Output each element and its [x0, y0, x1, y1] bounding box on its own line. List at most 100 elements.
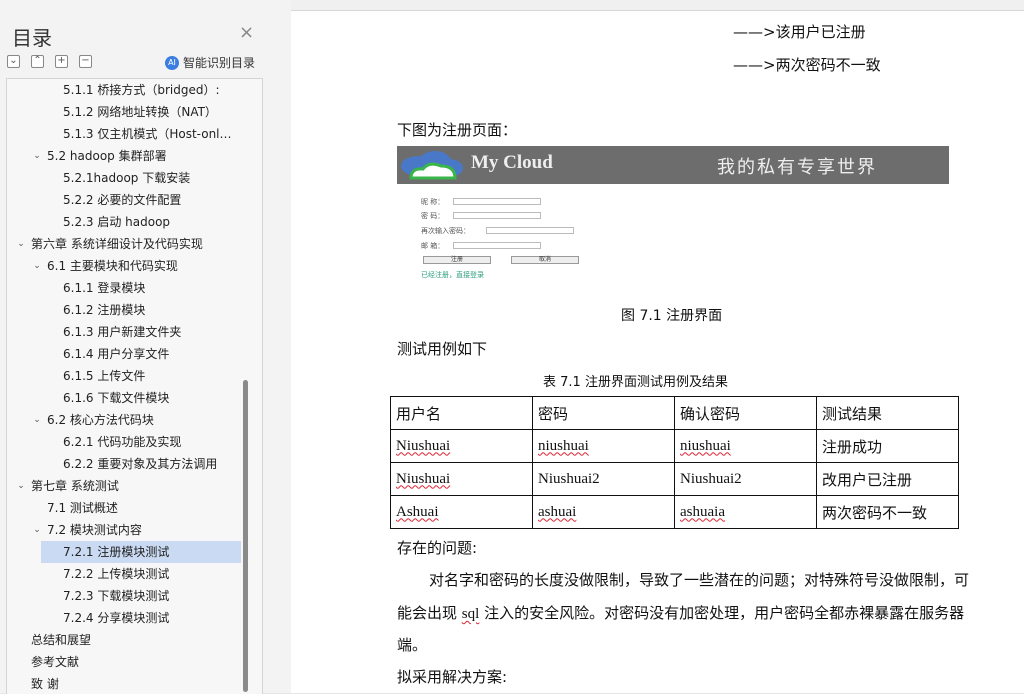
expand-up-icon[interactable]: ⌃ — [31, 55, 44, 68]
register-banner: My Cloud 我的私有专享世界 — [397, 146, 949, 184]
document-page[interactable]: ——>该用户已注册 ——>两次密码不一致 下图为注册页面： My Cloud 我… — [291, 11, 1024, 693]
password-label: 密 码： — [421, 212, 445, 220]
confirm-password-label: 再次输入密码： — [421, 227, 470, 235]
toc-item[interactable]: ⌄ 6.2 核心方法代码块 — [7, 409, 247, 431]
toc-item-label: 7.2.1 注册模块测试 — [63, 545, 170, 559]
toc-item-label: 致 谢 — [31, 677, 59, 691]
test-intro: 测试用例如下 — [397, 340, 488, 358]
header-cell: 密码 — [532, 396, 675, 430]
toc-item[interactable]: 6.1.3 用户新建文件夹 — [7, 321, 247, 343]
toc-item[interactable]: ⌄ 7.2 模块测试内容 — [7, 519, 247, 541]
toc-item-label: 参考文献 — [31, 655, 80, 669]
header-cell: 用户名 — [390, 396, 533, 430]
toc-item[interactable]: 5.1.3 仅主机模式（Host-onl… — [7, 123, 247, 145]
toc-item-label: 7.2.4 分享模块测试 — [63, 611, 170, 625]
toc-list: 5.1.1 桥接方式（bridged）: 5.1.2 网络地址转换（NAT） 5.1… — [6, 78, 263, 694]
toc-item-label: 6.1.1 登录模块 — [63, 281, 146, 295]
chevron-down-icon[interactable]: ⌄ — [15, 475, 27, 497]
chevron-down-icon[interactable]: ⌄ — [31, 409, 43, 431]
toc-item[interactable]: 7.2.4 分享模块测试 — [7, 607, 247, 629]
ruler — [291, 0, 1024, 11]
table-cell: 注册成功 — [816, 429, 959, 463]
figure-caption: 图 7.1 注册界面 — [621, 308, 723, 324]
toc-item-label: 7.2.3 下载模块测试 — [63, 589, 170, 603]
header-cell: 确认密码 — [674, 396, 817, 430]
toc-item[interactable]: 参考文献 — [7, 651, 247, 673]
toc-item[interactable]: 6.2.2 重要对象及其方法调用 — [7, 453, 247, 475]
toc-item[interactable]: 7.1 测试概述 — [7, 497, 247, 519]
toc-scrollbar[interactable] — [243, 380, 248, 692]
toc-item-label: 7.2.2 上传模块测试 — [63, 567, 170, 581]
toc-item[interactable]: 5.2.2 必要的文件配置 — [7, 189, 247, 211]
toc-item[interactable]: 5.2.3 启动 hadoop — [7, 211, 247, 233]
table-row: Niushuai niushuai niushuai 注册成功 — [390, 429, 959, 463]
toc-item-label: 6.2.1 代码功能及实现 — [63, 435, 182, 449]
toc-item[interactable]: 5.2.1hadoop 下载安装 — [7, 167, 247, 189]
toc-item-label: 5.1.3 仅主机模式（Host-onl… — [63, 127, 232, 141]
chevron-down-icon[interactable]: ⌄ — [31, 519, 43, 541]
toc-sidebar: 目录 × ⌄ ⌃ + − AI 智能识别目录 5.1.1 桥接方式（bridge… — [0, 0, 291, 694]
sql-word: sql — [461, 606, 480, 622]
toc-item-label: 6.1.4 用户分享文件 — [63, 347, 170, 361]
toc-item-label: 6.1.3 用户新建文件夹 — [63, 325, 182, 339]
smart-toc-button[interactable]: AI 智能识别目录 — [165, 54, 255, 71]
text-line-registered: ——>该用户已注册 — [733, 23, 866, 41]
table-cell: niushuai — [538, 437, 589, 454]
table-cell: Niushuai — [396, 470, 451, 487]
add-heading-icon[interactable]: + — [55, 55, 68, 68]
password-input — [453, 212, 541, 219]
chevron-down-icon[interactable]: ⌄ — [15, 233, 27, 255]
toc-item-label: 5.2.3 启动 hadoop — [63, 215, 171, 229]
table-cell: Niushuai — [396, 437, 451, 454]
close-icon[interactable]: × — [239, 24, 254, 42]
register-page-image: My Cloud 我的私有专享世界 昵 称： 密 码： 再次输入密码： 邮 箱：… — [397, 146, 949, 296]
toc-item[interactable]: 7.2.1 注册模块测试 — [41, 541, 241, 563]
toc-item-label: 5.2 hadoop 集群部署 — [47, 149, 167, 163]
chevron-down-icon[interactable]: ⌄ — [31, 145, 43, 167]
solution-heading: 拟采用解决方案: — [397, 668, 508, 686]
email-label: 邮 箱： — [421, 242, 445, 250]
table-cell: Ashuai — [396, 503, 439, 520]
problems-paragraph-line-3: 端。 — [397, 636, 428, 654]
toc-item-label: 5.1.2 网络地址转换（NAT） — [63, 105, 217, 119]
toc-item[interactable]: 6.1.2 注册模块 — [7, 299, 247, 321]
para-text: 注入的安全风险。对密码没有加密处理，用户密码全都赤裸暴露在服务器 — [479, 604, 965, 622]
collapse-all-icon[interactable]: ⌄ — [7, 55, 20, 68]
toc-item-label: 7.1 测试概述 — [47, 501, 118, 515]
toc-item-label: 总结和展望 — [31, 633, 92, 647]
toc-item-label: 6.1.2 注册模块 — [63, 303, 146, 317]
toc-item[interactable]: 5.1.1 桥接方式（bridged）: — [7, 79, 247, 101]
cloud-logo-icon — [401, 151, 463, 180]
table-row: Ashuai ashuai ashuaia 两次密码不一致 — [390, 495, 959, 529]
toc-item-label: 6.1.5 上传文件 — [63, 369, 146, 383]
toc-item[interactable]: 5.1.2 网络地址转换（NAT） — [7, 101, 247, 123]
toc-item[interactable]: 致 谢 — [7, 673, 247, 694]
toc-item[interactable]: 7.2.3 下载模块测试 — [7, 585, 247, 607]
smart-toc-label: 智能识别目录 — [183, 56, 256, 70]
toc-item[interactable]: 6.2.1 代码功能及实现 — [7, 431, 247, 453]
toc-item[interactable]: ⌄ 第六章 系统详细设计及代码实现 — [7, 233, 247, 255]
toc-item-label: 6.1 主要模块和代码实现 — [47, 259, 178, 273]
toc-item[interactable]: 6.1.4 用户分享文件 — [7, 343, 247, 365]
toc-item[interactable]: ⌄ 第七章 系统测试 — [7, 475, 247, 497]
test-case-table: 用户名 密码 确认密码 测试结果 Niushuai niushuai niush… — [390, 396, 959, 529]
toc-item-label: 7.2 模块测试内容 — [47, 523, 142, 537]
toc-item[interactable]: ⌄ 5.2 hadoop 集群部署 — [7, 145, 247, 167]
nickname-label: 昵 称： — [421, 198, 445, 206]
toc-item[interactable]: 总结和展望 — [7, 629, 247, 651]
remove-heading-icon[interactable]: − — [79, 55, 92, 68]
toc-item[interactable]: 7.2.2 上传模块测试 — [7, 563, 247, 585]
header-cell: 测试结果 — [816, 396, 959, 430]
nickname-input — [453, 198, 541, 205]
toc-item-label: 5.1.1 桥接方式（bridged）: — [63, 83, 220, 97]
brand-slogan: 我的私有专享世界 — [717, 157, 877, 178]
cancel-button: 取消 — [511, 256, 579, 264]
table-cell: ashuai — [538, 503, 577, 520]
chevron-down-icon[interactable]: ⌄ — [31, 255, 43, 277]
table-cell: Niushuai2 — [674, 462, 817, 496]
toc-item[interactable]: 6.1.5 上传文件 — [7, 365, 247, 387]
toc-item[interactable]: ⌄ 6.1 主要模块和代码实现 — [7, 255, 247, 277]
table-cell: Niushuai2 — [532, 462, 675, 496]
toc-item[interactable]: 6.1.1 登录模块 — [7, 277, 247, 299]
toc-item[interactable]: 6.1.6 下载文件模块 — [7, 387, 247, 409]
